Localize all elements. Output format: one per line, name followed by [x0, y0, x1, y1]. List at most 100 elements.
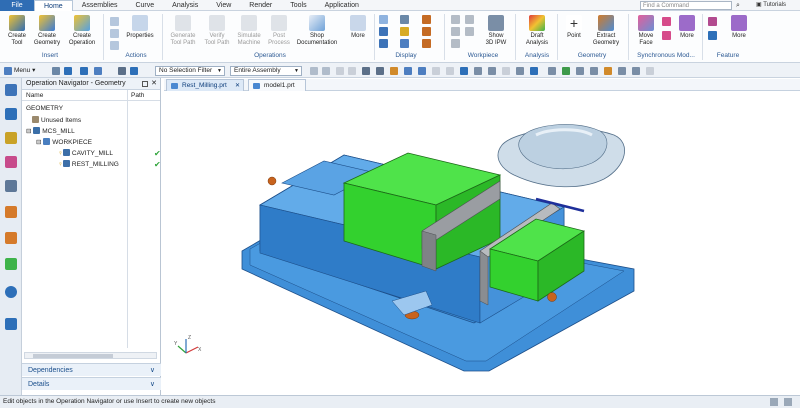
operations-more-button[interactable]: More — [346, 15, 370, 40]
history-tab-icon[interactable] — [5, 258, 17, 270]
verify-toolpath-button[interactable]: Verify Tool Path — [202, 15, 232, 46]
display-icon-6[interactable] — [400, 39, 409, 48]
display-icon-3[interactable] — [379, 39, 388, 48]
tree-node-cavity-mill[interactable]: ♀ CAVITY_MILL — [58, 148, 113, 159]
assembly-navigator-tab-icon[interactable] — [5, 108, 17, 120]
toolbar-icon-29[interactable] — [618, 67, 626, 75]
menu-button[interactable]: Menu ▾ — [14, 66, 35, 76]
reuse-library-tab-icon[interactable] — [5, 180, 17, 192]
toolbar-icon-2[interactable] — [64, 67, 72, 75]
toolbar-icon-22[interactable] — [516, 67, 524, 75]
toolbar-icon-31[interactable] — [646, 67, 654, 75]
collapse-icon[interactable]: ⊟ — [36, 139, 43, 146]
toolbar-icon-20[interactable] — [488, 67, 496, 75]
tree-node-mcs-mill[interactable]: ⊟ MCS_MILL — [26, 126, 75, 137]
toolbar-icon-3[interactable] — [80, 67, 88, 75]
toolbar-icon-10[interactable] — [348, 67, 356, 75]
toolbar-icon-8[interactable] — [322, 67, 330, 75]
column-path-header[interactable]: Path — [128, 90, 144, 100]
tab-home[interactable]: Home — [34, 0, 73, 11]
tree-node-unused-items[interactable]: Unused Items — [32, 115, 81, 126]
generate-toolpath-button[interactable]: Generate Tool Path — [166, 15, 200, 46]
workpiece-icon-5[interactable] — [465, 27, 474, 36]
create-operation-button[interactable]: Create Operation — [64, 15, 100, 46]
toolbar-icon-7[interactable] — [310, 67, 318, 75]
point-button[interactable]: + Point — [562, 15, 586, 40]
toolbar-icon-17[interactable] — [446, 67, 454, 75]
feature-icon-1[interactable] — [708, 17, 717, 26]
toolbar-icon-24[interactable] — [548, 67, 556, 75]
tab-assemblies[interactable]: Assemblies — [73, 0, 127, 11]
toolbar-icon-5[interactable] — [118, 67, 126, 75]
collapse-icon[interactable]: ⊟ — [26, 128, 33, 135]
tree-node-rest-milling[interactable]: ♀ REST_MILLING — [58, 159, 119, 170]
display-icon-1[interactable] — [379, 15, 388, 24]
navigator-horizontal-scrollbar[interactable] — [24, 352, 157, 359]
operation-navigator-tab-icon[interactable] — [5, 84, 17, 96]
workpiece-icon-4[interactable] — [465, 15, 474, 24]
toolbar-icon-19[interactable] — [474, 67, 482, 75]
toolbar-icon-4[interactable] — [94, 67, 102, 75]
display-icon-5[interactable] — [400, 27, 409, 36]
toolbar-icon-14[interactable] — [404, 67, 412, 75]
toolbar-icon-28[interactable] — [604, 67, 612, 75]
maximize-icon[interactable] — [142, 81, 148, 87]
draft-analysis-button[interactable]: Draft Analysis — [520, 15, 554, 46]
create-geometry-button[interactable]: Create Geometry — [31, 15, 63, 46]
move-face-button[interactable]: Move Face — [633, 15, 659, 46]
tree-node-workpiece[interactable]: ⊟ WORKPIECE — [36, 137, 92, 148]
tab-curve[interactable]: Curve — [126, 0, 163, 11]
toolbar-icon-13[interactable] — [390, 67, 398, 75]
column-name-header[interactable]: Name — [22, 90, 128, 100]
display-icon-8[interactable] — [422, 27, 431, 36]
part-navigator-tab-icon[interactable] — [5, 156, 17, 168]
workpiece-icon-2[interactable] — [451, 27, 460, 36]
status-icon-1[interactable] — [770, 398, 778, 406]
toolbar-icon-9[interactable] — [336, 67, 344, 75]
display-icon-4[interactable] — [400, 15, 409, 24]
action-icon-3[interactable] — [110, 41, 119, 50]
action-icon-1[interactable] — [110, 17, 119, 26]
sync-icon-1[interactable] — [662, 17, 671, 26]
scrollbar-thumb[interactable] — [33, 354, 113, 358]
shop-documentation-button[interactable]: Shop Documentation — [293, 15, 341, 46]
extract-geometry-button[interactable]: Extract Geometry — [588, 15, 624, 46]
details-panel-header[interactable]: Details ∨ — [22, 377, 161, 390]
toolbar-icon-30[interactable] — [632, 67, 640, 75]
tab-rest-milling-prt[interactable]: Rest_Milling.prt ✕ — [166, 79, 244, 91]
toolbar-icon-26[interactable] — [576, 67, 584, 75]
toolbar-icon-12[interactable] — [376, 67, 384, 75]
search-icon[interactable]: ⌕ — [733, 1, 743, 10]
show-3d-ipw-button[interactable]: Show 3D IPW — [481, 15, 511, 46]
toolbar-icon-16[interactable] — [432, 67, 440, 75]
sync-more-button[interactable]: More — [676, 15, 698, 40]
toolbar-icon-6[interactable] — [130, 67, 138, 75]
toolbar-icon-27[interactable] — [590, 67, 598, 75]
graphics-viewport[interactable]: X Y Z — [164, 91, 800, 395]
toolbar-icon-11[interactable] — [362, 67, 370, 75]
tab-application[interactable]: Application — [316, 0, 368, 11]
toolbar-icon-18[interactable] — [460, 67, 468, 75]
toolbar-icon-23[interactable] — [530, 67, 538, 75]
tab-tools[interactable]: Tools — [281, 0, 315, 11]
simulate-machine-button[interactable]: Simulate Machine — [233, 15, 265, 46]
properties-button[interactable]: Properties — [124, 15, 156, 40]
roles-tab-icon[interactable] — [5, 232, 17, 244]
create-tool-button[interactable]: Create Tool — [5, 15, 29, 46]
sync-icon-2[interactable] — [662, 31, 671, 40]
workpiece-icon-1[interactable] — [451, 15, 460, 24]
selection-filter-dropdown[interactable]: No Selection Filter ▼ — [155, 66, 225, 76]
tab-model1-prt[interactable]: model1.prt — [248, 79, 306, 91]
display-icon-7[interactable] — [422, 15, 431, 24]
constraint-navigator-tab-icon[interactable] — [5, 132, 17, 144]
web-browser-tab-icon[interactable] — [5, 318, 17, 330]
tab-view[interactable]: View — [207, 0, 240, 11]
tree-node-geometry[interactable]: GEOMETRY — [26, 103, 63, 114]
action-icon-2[interactable] — [110, 29, 119, 38]
command-finder-input[interactable]: Find a Command — [640, 1, 732, 10]
machine-tool-tab-icon[interactable] — [5, 206, 17, 218]
assembly-scope-dropdown[interactable]: Entire Assembly ▼ — [230, 66, 302, 76]
toolbar-icon-1[interactable] — [52, 67, 60, 75]
toolbar-icon-25[interactable] — [562, 67, 570, 75]
display-icon-2[interactable] — [379, 27, 388, 36]
